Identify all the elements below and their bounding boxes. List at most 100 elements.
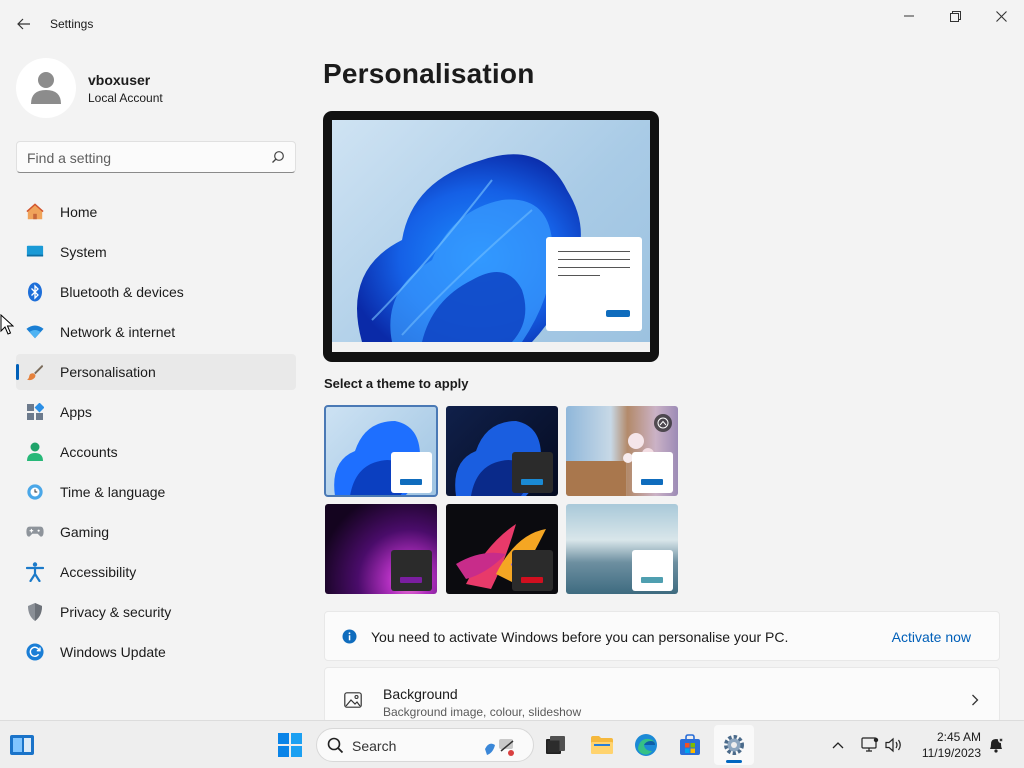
task-view-button[interactable] [536, 725, 576, 765]
theme-preview [323, 111, 659, 362]
themes-label: Select a theme to apply [324, 376, 469, 391]
theme-windows-spotlight[interactable] [566, 406, 678, 496]
search-highlight-icon [485, 739, 514, 756]
activation-banner: You need to activate Windows before you … [324, 611, 1000, 661]
file-explorer-button[interactable] [582, 725, 622, 765]
home-icon [26, 203, 44, 221]
network-tray-button[interactable] [860, 735, 880, 755]
edge-icon [635, 734, 657, 756]
store-icon [680, 734, 700, 755]
sidebar-item-accounts[interactable]: Accounts [16, 434, 296, 470]
sidebar-item-windows-update[interactable]: Windows Update [16, 634, 296, 670]
system-icon [26, 243, 44, 261]
search-input[interactable] [27, 148, 257, 168]
arrow-left-icon [17, 18, 30, 30]
restore-icon [949, 10, 961, 22]
bluetooth-icon [26, 282, 44, 302]
page-title: Personalisation [323, 58, 535, 89]
sidebar-item-label: Accessibility [60, 564, 137, 580]
sidebar-item-label: System [60, 244, 107, 260]
taskbar-search[interactable]: Search [316, 728, 534, 762]
sidebar-item-label: Apps [60, 404, 92, 420]
person-icon [31, 72, 61, 104]
spotlight-badge-icon [654, 414, 672, 432]
preview-sample-window [546, 237, 642, 331]
volume-icon [885, 737, 901, 753]
theme-flow[interactable] [566, 504, 678, 594]
sidebar-item-label: Gaming [60, 524, 110, 540]
taskbar-clock[interactable]: 2:45 AM 11/19/2023 [911, 729, 981, 761]
preview-wallpaper [332, 120, 650, 342]
brush-icon [26, 363, 44, 381]
wifi-icon [26, 323, 44, 341]
task-view-icon [546, 736, 565, 754]
sidebar-item-time-language[interactable]: Time & language [16, 474, 296, 510]
background-setting-card[interactable]: Background Background image, colour, sli… [324, 667, 1000, 723]
sidebar-item-bluetooth[interactable]: Bluetooth & devices [16, 274, 296, 310]
sidebar-item-system[interactable]: System [16, 234, 296, 270]
theme-windows-light[interactable] [324, 405, 438, 497]
theme-windows-dark[interactable] [446, 406, 558, 496]
gear-icon [724, 735, 744, 755]
sidebar-item-home[interactable]: Home [16, 194, 296, 230]
theme-glow[interactable] [325, 504, 437, 594]
sidebar-item-label: Windows Update [60, 644, 166, 660]
network-icon [861, 737, 879, 752]
search-icon [327, 737, 344, 754]
maximize-button[interactable] [932, 0, 978, 32]
apps-icon [26, 403, 44, 421]
folder-icon [591, 736, 613, 754]
back-button[interactable] [10, 12, 38, 36]
widgets-button[interactable] [2, 725, 42, 765]
sidebar-item-label: Accounts [60, 444, 118, 460]
sidebar-item-accessibility[interactable]: Accessibility [16, 554, 296, 590]
background-subtitle: Background image, colour, slideshow [383, 705, 582, 719]
show-hidden-icons-button[interactable] [828, 735, 848, 755]
account-type: Local Account [88, 91, 163, 105]
taskbar-search-label: Search [352, 738, 397, 754]
search-icon [272, 151, 284, 163]
close-icon [995, 10, 1007, 22]
theme-captured-motion[interactable] [446, 504, 558, 594]
update-icon [26, 643, 44, 661]
sidebar-item-personalisation[interactable]: Personalisation [16, 354, 296, 390]
volume-tray-button[interactable] [884, 735, 904, 755]
window-title: Settings [50, 17, 94, 31]
settings-app-button[interactable] [714, 725, 754, 765]
background-title: Background [383, 686, 458, 702]
title-bar: Settings [0, 0, 1024, 48]
notification-bell-icon [990, 737, 1004, 753]
sidebar-item-label: Bluetooth & devices [60, 284, 184, 300]
store-button[interactable] [670, 725, 710, 765]
taskbar: Search 2:45 AM 11/19/2023 [0, 720, 1024, 768]
notifications-button[interactable] [986, 735, 1006, 755]
sidebar-item-network[interactable]: Network & internet [16, 314, 296, 350]
sidebar-item-apps[interactable]: Apps [16, 394, 296, 430]
settings-search[interactable] [16, 141, 296, 173]
sidebar-item-privacy[interactable]: Privacy & security [16, 594, 296, 630]
edge-button[interactable] [626, 725, 666, 765]
clock-globe-icon [26, 483, 44, 501]
close-button[interactable] [978, 0, 1024, 32]
accessibility-icon [26, 562, 44, 582]
start-button[interactable] [270, 725, 310, 765]
image-icon [344, 692, 362, 708]
windows-start-icon [278, 733, 302, 757]
activate-now-link[interactable]: Activate now [892, 629, 971, 645]
user-name: vboxuser [88, 72, 151, 88]
avatar [16, 58, 76, 118]
widgets-icon [10, 735, 34, 755]
chevron-up-icon [832, 742, 844, 749]
sidebar-item-label: Personalisation [60, 364, 156, 380]
minimize-button[interactable] [886, 0, 932, 32]
user-profile[interactable]: vboxuser Local Account [16, 58, 296, 118]
sidebar-item-gaming[interactable]: Gaming [16, 514, 296, 550]
preview-taskbar [332, 342, 650, 352]
accounts-icon [26, 442, 44, 461]
minimize-icon [904, 15, 914, 17]
activation-message: You need to activate Windows before you … [371, 629, 789, 645]
clock-time: 2:45 AM [936, 730, 981, 744]
sidebar-item-label: Home [60, 204, 98, 220]
shield-icon [26, 603, 44, 621]
clock-date: 11/19/2023 [921, 746, 981, 760]
